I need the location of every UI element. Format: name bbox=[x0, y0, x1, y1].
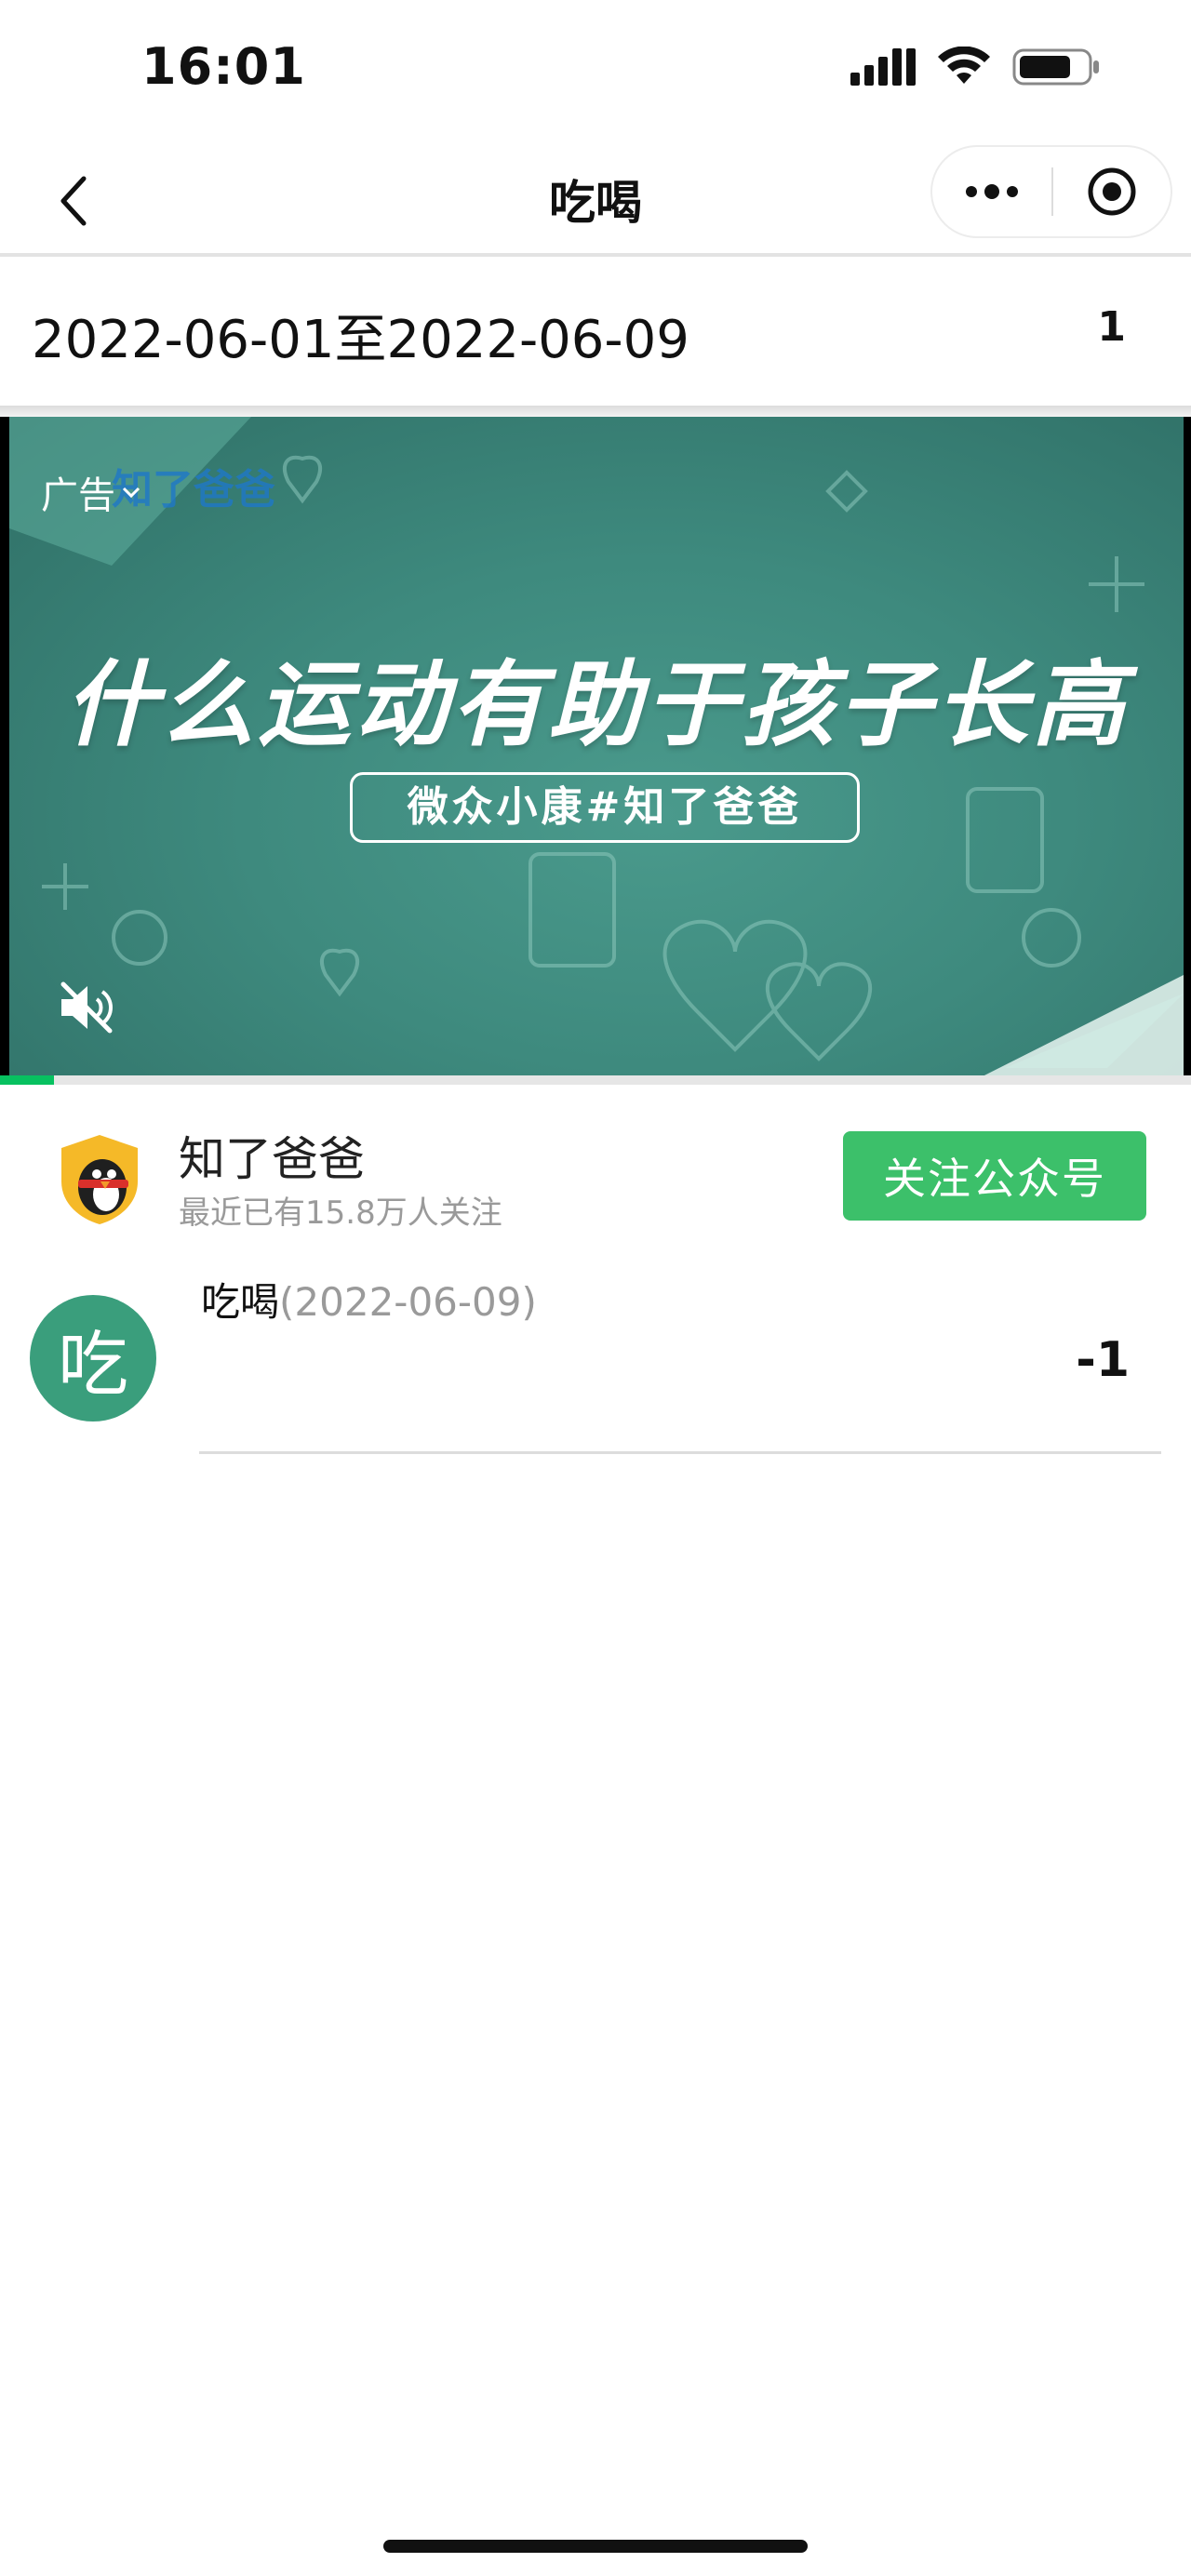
official-account-card[interactable]: 知了爸爸 最近已有15.8万人关注 关注公众号 bbox=[0, 1085, 1191, 1243]
ad-video[interactable]: 知了爸爸 广告 什么运动有助于孩子长高 微众小康#知了爸爸 bbox=[0, 417, 1191, 1079]
more-dots-icon bbox=[966, 184, 1018, 199]
status-bar: 16:01 bbox=[0, 0, 1191, 140]
list-item[interactable]: 吃 吃喝(2022-06-09) -1 bbox=[0, 1243, 1191, 1457]
ad-tag: 微众小康#知了爸爸 bbox=[350, 772, 860, 843]
record-date: (2022-06-09) bbox=[279, 1279, 537, 1325]
wifi-icon bbox=[936, 46, 992, 91]
ad-video-frame: 知了爸爸 广告 什么运动有助于孩子长高 微众小康#知了爸爸 bbox=[9, 417, 1184, 1079]
status-time: 16:01 bbox=[141, 37, 306, 96]
chevron-down-icon bbox=[122, 487, 141, 499]
ad-progress-fill bbox=[0, 1075, 54, 1085]
ad-progress-bar bbox=[0, 1075, 1191, 1085]
date-range-text: 2022-06-01至2022-06-09 bbox=[32, 310, 689, 370]
more-button[interactable] bbox=[932, 147, 1051, 236]
record-title: 吃喝(2022-06-09) bbox=[201, 1271, 537, 1328]
list-divider bbox=[199, 1451, 1161, 1454]
status-icons bbox=[850, 41, 1102, 97]
date-range-header[interactable]: 2022-06-01至2022-06-09 1 bbox=[0, 257, 1191, 406]
record-value: -1 bbox=[1076, 1332, 1130, 1388]
record-category: 吃喝 bbox=[201, 1279, 280, 1325]
official-account-followers: 最近已有15.8万人关注 bbox=[179, 1195, 502, 1232]
record-count: 1 bbox=[1097, 303, 1126, 351]
nav-bar: 吃喝 bbox=[0, 140, 1191, 253]
battery-icon bbox=[1012, 47, 1102, 91]
category-avatar: 吃 bbox=[30, 1295, 156, 1421]
mini-program-capsule bbox=[930, 145, 1172, 238]
close-mini-program-button[interactable] bbox=[1053, 147, 1171, 236]
official-account-name: 知了爸爸 bbox=[179, 1132, 365, 1186]
follow-account-button[interactable]: 关注公众号 bbox=[843, 1131, 1146, 1221]
mute-icon bbox=[60, 981, 113, 1034]
official-account-avatar bbox=[58, 1133, 141, 1226]
mute-button[interactable] bbox=[54, 975, 119, 1040]
signal-icon bbox=[850, 47, 916, 91]
ad-label-text: 广告 bbox=[41, 474, 115, 517]
ad-label[interactable]: 广告 bbox=[41, 465, 141, 519]
ad-headline: 什么运动有助于孩子长高 bbox=[64, 650, 1129, 759]
target-close-icon bbox=[1088, 167, 1136, 216]
range-divider bbox=[0, 406, 1191, 417]
home-indicator[interactable] bbox=[383, 2540, 808, 2553]
